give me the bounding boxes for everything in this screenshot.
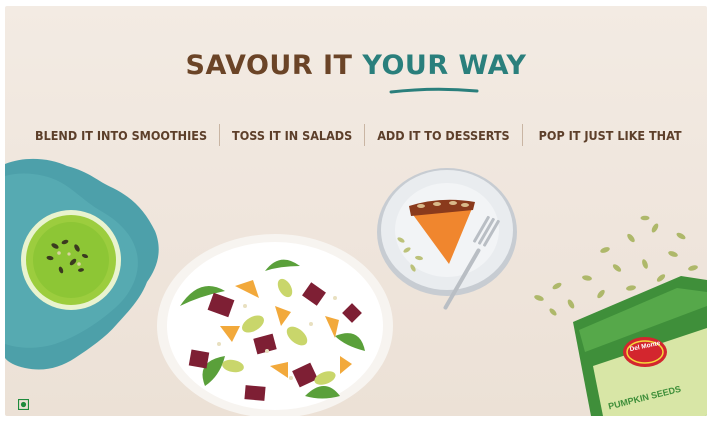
page-title: SAVOUR IT YOUR WAY [5,50,707,81]
title-part-your-way: YOUR WAY [362,50,527,81]
banner: SAVOUR IT YOUR WAY BLEND IT INTO SMOOTHI… [5,6,707,416]
salad-plate [157,234,393,416]
dessert-plate [377,168,517,310]
nav-item-snack[interactable]: POP IT JUST LIKE THAT [523,128,694,143]
veg-mark-icon [18,399,29,410]
usage-nav: BLEND IT INTO SMOOTHIES TOSS IT IN SALAD… [5,122,707,148]
nav-item-salads[interactable]: TOSS IT IN SALADS [220,128,364,143]
nav-item-desserts[interactable]: ADD IT TO DESSERTS [365,128,521,143]
nav-item-smoothies[interactable]: BLEND IT INTO SMOOTHIES [5,128,219,143]
title-underline [389,87,479,94]
smoothie-bowl [21,210,121,310]
title-part-savour: SAVOUR IT [185,50,353,81]
